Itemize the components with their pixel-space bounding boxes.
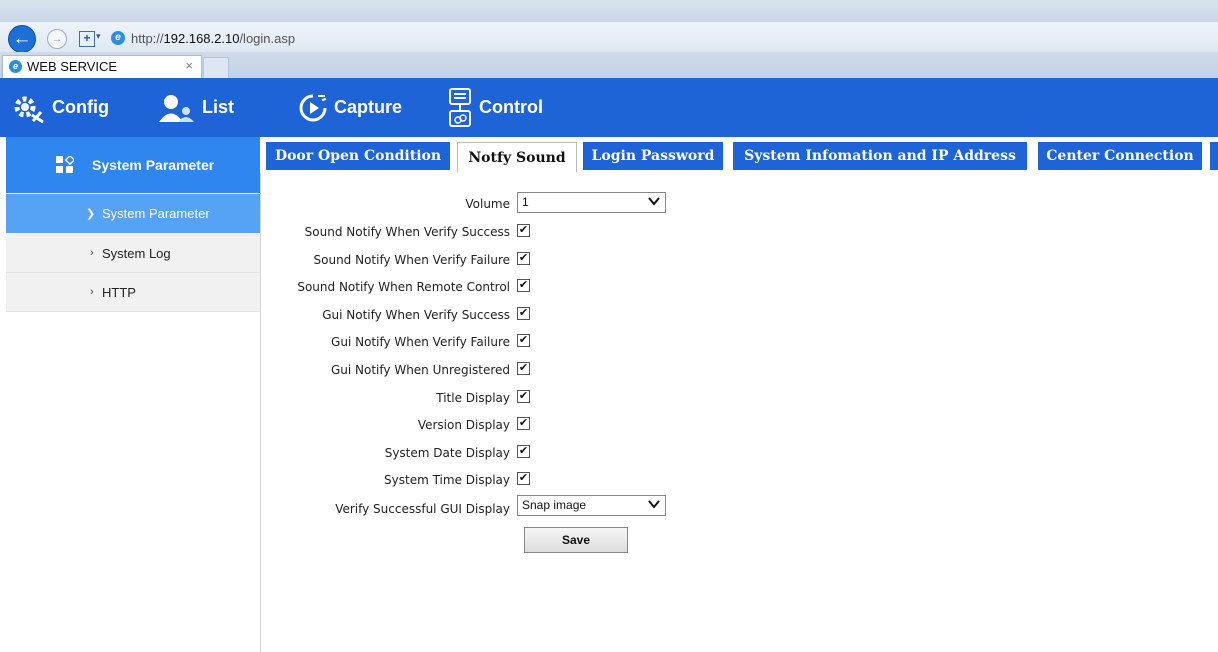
address-bar-url[interactable]: http://192.168.2.10/login.asp (131, 31, 295, 46)
nav-config-label: Config (52, 97, 109, 117)
checkbox-row: Version Display (0, 415, 510, 437)
checkbox-label: Version Display (417, 418, 510, 432)
checkbox-row: Gui Notify When Verify Failure (0, 332, 510, 354)
forward-arrow-icon[interactable]: → (47, 29, 67, 49)
notify-checkbox[interactable]: ✔ (517, 252, 530, 265)
checkbox-label: System Date Display (384, 446, 510, 460)
tab-overflow[interactable] (1210, 142, 1218, 170)
nav-list[interactable]: List (158, 78, 234, 137)
chevron-down-icon[interactable]: ▾ (96, 31, 101, 42)
notify-checkbox[interactable]: ✔ (517, 417, 530, 430)
chevron-down-icon (648, 500, 660, 509)
app-header: Config List Capture Control (0, 78, 1218, 137)
nav-capture[interactable]: Capture (298, 78, 402, 137)
volume-select[interactable]: 1 (517, 192, 666, 213)
sidebar-heading[interactable]: System Parameter (6, 137, 260, 193)
close-icon[interactable]: × (185, 58, 193, 73)
browser-tab-title: WEB SERVICE (27, 59, 118, 74)
notify-checkbox[interactable]: ✔ (517, 279, 530, 292)
users-icon (159, 94, 194, 122)
gui-display-select[interactable]: Snap image (517, 495, 666, 516)
checkbox-label: Gui Notify When Verify Success (322, 308, 510, 322)
notify-checkbox[interactable]: ✔ (517, 307, 530, 320)
volume-select-value: 1 (522, 195, 529, 209)
browser-tab[interactable]: e WEB SERVICE × (2, 55, 202, 78)
tab-login-password[interactable]: Login Password (583, 142, 723, 170)
checkbox-label: System Time Display (384, 473, 510, 487)
nav-control-label: Control (479, 97, 543, 117)
capture-icon (299, 94, 327, 121)
new-tab-button[interactable] (203, 57, 229, 79)
site-security-icon[interactable]: + (79, 31, 95, 47)
notify-checkbox[interactable]: ✔ (517, 224, 530, 237)
checkbox-row: System Date Display (0, 443, 510, 465)
notify-checkbox[interactable]: ✔ (517, 472, 530, 485)
checkbox-row: Sound Notify When Verify Success (0, 222, 510, 244)
checkbox-label: Sound Notify When Remote Control (297, 280, 510, 294)
checkbox-row: Gui Notify When Verify Success (0, 305, 510, 327)
control-icon (449, 87, 471, 127)
checkbox-label: Gui Notify When Unregistered (330, 363, 510, 377)
save-button[interactable]: Save (524, 527, 628, 553)
checkbox-row: Gui Notify When Unregistered (0, 360, 510, 382)
checkbox-row: Sound Notify When Remote Control (0, 277, 510, 299)
tab-door-open-condition[interactable]: Door Open Condition (266, 142, 450, 170)
nav-list-label: List (202, 97, 235, 117)
tab-center-connection[interactable]: Center Connection (1038, 142, 1202, 170)
back-arrow-icon[interactable]: ← (8, 25, 36, 53)
grid-icon (56, 156, 74, 173)
checkbox-label: Sound Notify When Verify Failure (313, 253, 511, 267)
checkbox-row: System Time Display (0, 470, 510, 492)
ie-tab-icon: e (9, 60, 22, 73)
nav-config[interactable]: Config (12, 78, 109, 137)
checkbox-label: Sound Notify When Verify Success (304, 225, 510, 239)
checkbox-label: Gui Notify When Verify Failure (331, 335, 510, 349)
gui-display-select-value: Snap image (522, 498, 587, 512)
notify-checkbox[interactable]: ✔ (517, 390, 530, 403)
nav-control[interactable]: Control (447, 78, 543, 137)
ie-page-icon: e (111, 31, 125, 45)
volume-label: Volume (465, 197, 510, 211)
volume-row: Volume (0, 194, 510, 216)
notify-checkbox[interactable]: ✔ (517, 445, 530, 458)
tab-notfy-sound[interactable]: Notfy Sound (457, 142, 577, 173)
chevron-down-icon (648, 197, 660, 206)
sidebar-heading-label: System Parameter (92, 157, 215, 173)
notify-checkbox[interactable]: ✔ (517, 362, 530, 375)
gear-tools-icon (14, 96, 44, 123)
checkbox-label: Title Display (436, 391, 510, 405)
nav-capture-label: Capture (334, 97, 403, 117)
gui-display-row: Verify Successful GUI Display (0, 499, 510, 521)
checkbox-row: Title Display (0, 388, 510, 410)
tab-bar: Door Open Condition Notfy Sound Login Pa… (260, 137, 1218, 173)
tab-system-information[interactable]: System Infomation and IP Address (733, 142, 1027, 170)
notify-checkbox[interactable]: ✔ (517, 334, 530, 347)
gui-display-label: Verify Successful GUI Display (335, 502, 510, 516)
checkbox-row: Sound Notify When Verify Failure (0, 250, 511, 272)
